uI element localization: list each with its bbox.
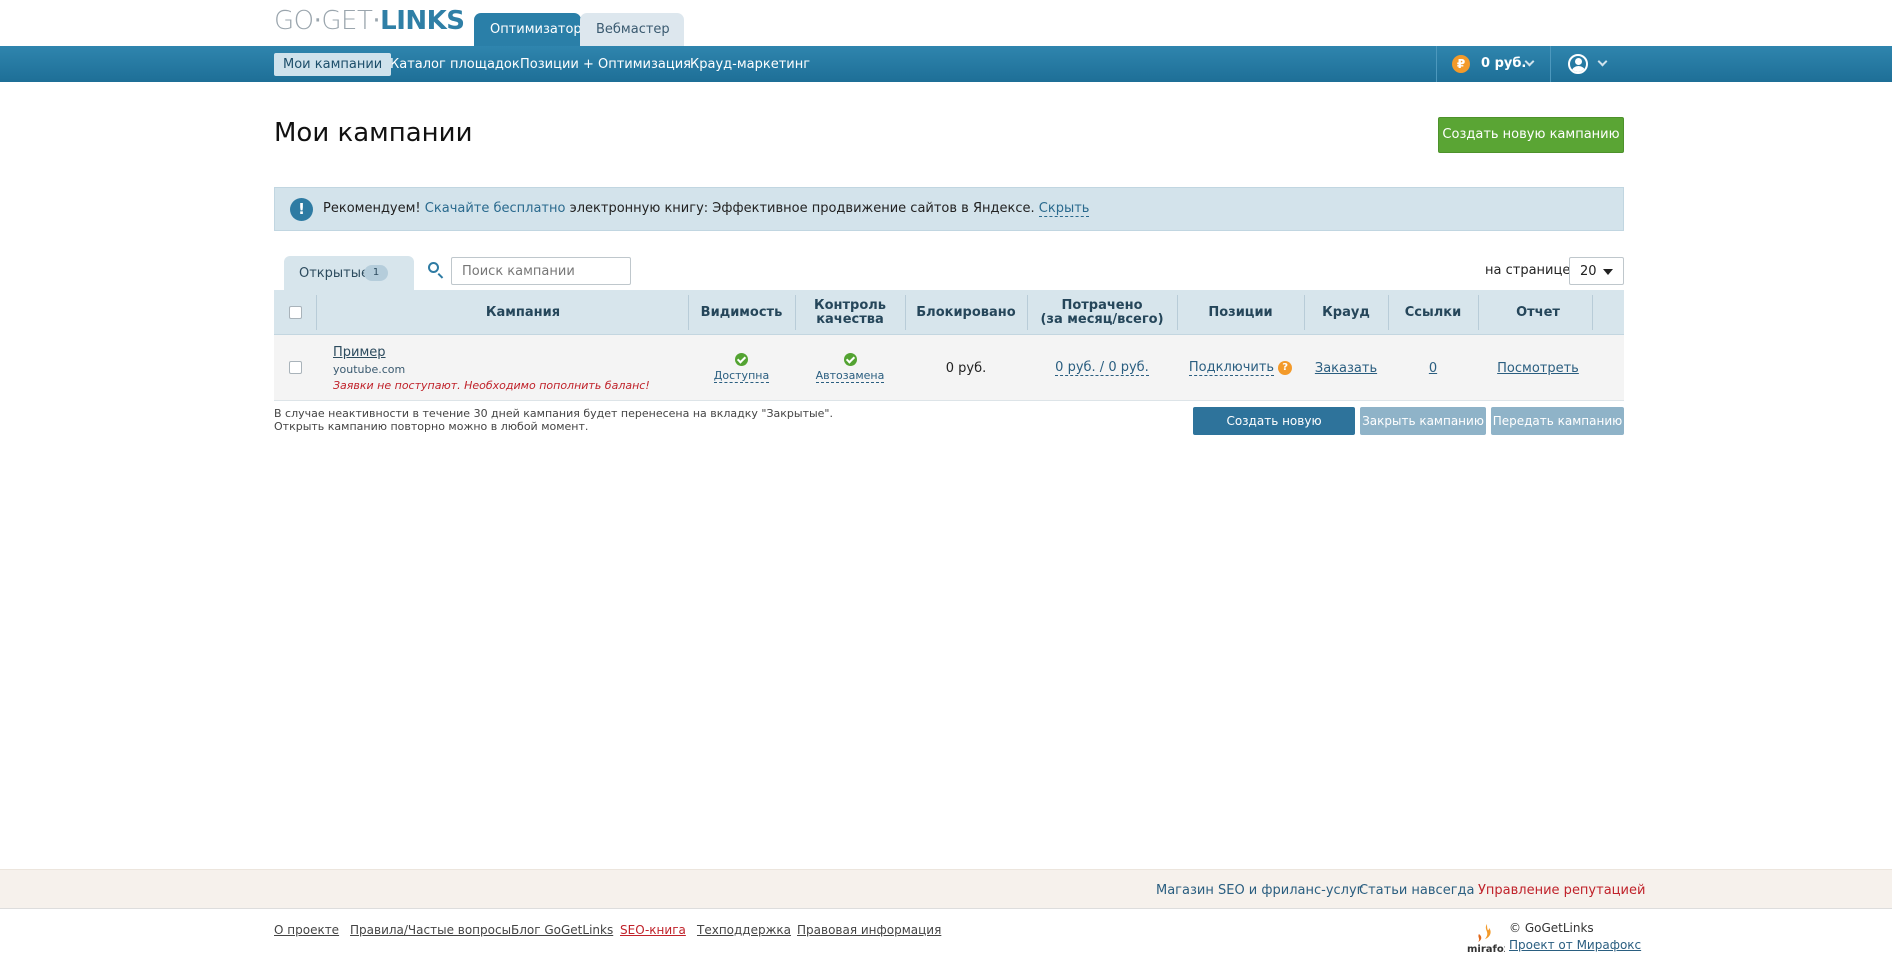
footer-seo-shop-link[interactable]: Магазин SEO и фриланс-услуг <box>1156 883 1364 898</box>
campaigns-table: Кампания Видимость Контроль качества Бло… <box>274 290 1624 401</box>
positions-cell: Подключить ? <box>1177 335 1304 401</box>
nav-catalog[interactable]: Каталог площадок <box>381 53 529 76</box>
close-campaign-button[interactable]: Закрыть кампанию <box>1360 407 1486 435</box>
header-links: Ссылки <box>1404 304 1462 320</box>
quality-cell: Автозамена <box>795 335 905 401</box>
transfer-campaign-button[interactable]: Передать кампанию <box>1491 407 1624 435</box>
footer-articles-link[interactable]: Статьи навсегда <box>1359 883 1475 898</box>
search-icon[interactable] <box>428 262 439 273</box>
create-campaign-button[interactable]: Создать новую кампанию <box>1438 117 1624 153</box>
header-visibility: Видимость <box>700 304 783 320</box>
inactivity-note: В случае неактивности в течение 30 дней … <box>274 407 833 433</box>
balance-value[interactable]: 0 руб. <box>1481 55 1526 73</box>
warning-text: Заявки не поступают. Необходимо <box>333 379 536 392</box>
note-line1: В случае неактивности в течение 30 дней … <box>274 407 833 420</box>
notice-text: Рекомендуем! Скачайте бесплатно электрон… <box>323 201 1090 217</box>
header-quality: Контроль качества <box>795 290 905 335</box>
tab-open-campaigns[interactable]: Открытые 1 <box>284 256 414 290</box>
header-report: Отчет <box>1516 304 1560 320</box>
mirafox-project-link[interactable]: Проект от Мирафокс <box>1509 938 1641 952</box>
mirafox-logo[interactable]: mirafox <box>1465 922 1511 955</box>
header-spent-line2: (за месяц/всего) <box>1040 311 1164 327</box>
crowd-cell: Заказать <box>1304 335 1388 401</box>
table-header: Кампания Видимость Контроль качества Бло… <box>274 290 1624 335</box>
header-blocked: Блокировано <box>916 304 1016 320</box>
header-positions: Позиции <box>1208 304 1273 320</box>
campaign-warning: Заявки не поступают. Необходимо пополнит… <box>333 379 650 392</box>
visibility-link[interactable]: Доступна <box>713 369 770 383</box>
row-checkbox[interactable] <box>289 361 302 374</box>
download-book-link[interactable]: Скачайте бесплатно <box>425 201 566 216</box>
footer-legal-link[interactable]: Правовая информация <box>797 923 941 937</box>
check-icon <box>843 353 857 366</box>
order-crowd-link[interactable]: Заказать <box>1315 361 1377 376</box>
spent-cell: 0 руб. / 0 руб. <box>1027 335 1177 401</box>
header-quality-line2: качества <box>816 311 884 327</box>
table-row: Пример youtube.com Заявки не поступают. … <box>274 335 1624 401</box>
footer-support-link[interactable]: Техподдержка <box>697 923 791 937</box>
tab-optimizer[interactable]: Оптимизатор <box>474 13 582 46</box>
notice-body: электронную книгу: Эффективное продвижен… <box>569 201 1035 216</box>
header-spent-line1: Потрачено <box>1061 297 1143 313</box>
main-nav: Мои кампании Каталог площадок Позиции + … <box>0 46 1892 82</box>
nav-divider <box>1550 46 1551 82</box>
blocked-cell: 0 руб. <box>945 360 987 376</box>
check-icon <box>735 353 748 366</box>
tab-webmaster[interactable]: Вебмастер <box>580 13 684 46</box>
quality-link[interactable]: Автозамена <box>815 369 885 383</box>
logo-links: LINKS <box>380 6 465 36</box>
footer-seo-book-link[interactable]: SEO-книга <box>620 923 686 937</box>
hide-notice-link[interactable]: Скрыть <box>1038 201 1090 217</box>
tab-open-label: Открытые <box>299 266 370 281</box>
top-up-balance-link[interactable]: пополнить баланс <box>539 379 645 392</box>
header-crowd: Крауд <box>1322 304 1370 320</box>
dropdown-arrow-icon <box>1603 269 1613 275</box>
user-chevron-down-icon[interactable] <box>1597 56 1608 67</box>
per-page-label: на странице <box>1485 263 1571 278</box>
warning-end: ! <box>645 379 650 392</box>
nav-divider <box>1436 46 1437 82</box>
campaign-domain: youtube.com <box>333 363 406 376</box>
view-report-link[interactable]: Посмотреть <box>1497 361 1579 376</box>
info-icon: ! <box>290 198 313 221</box>
connect-positions-link[interactable]: Подключить <box>1188 360 1275 376</box>
footer-reputation-link[interactable]: Управление репутацией <box>1478 883 1645 898</box>
per-page-select[interactable]: 20 <box>1569 257 1624 285</box>
top-header: GO·GET·LINKS Оптимизатор Вебмастер <box>0 0 1892 46</box>
footer-top: Магазин SEO и фриланс-услуг Статьи навсе… <box>0 869 1892 909</box>
help-icon[interactable]: ? <box>1278 361 1293 375</box>
per-page-value: 20 <box>1580 264 1597 279</box>
report-cell: Посмотреть <box>1478 335 1598 401</box>
tab-open-count-badge: 1 <box>364 265 388 281</box>
logo[interactable]: GO·GET·LINKS <box>274 6 465 36</box>
footer-about-link[interactable]: О проекте <box>274 923 339 937</box>
user-avatar-icon[interactable] <box>1568 54 1588 74</box>
footer-rules-link[interactable]: Правила/Частые вопросы <box>350 923 511 937</box>
mirafox-wordmark: mirafox <box>1467 944 1505 954</box>
header-divider <box>1592 295 1593 330</box>
campaign-search-input[interactable] <box>451 257 631 285</box>
select-all-checkbox[interactable] <box>289 306 302 319</box>
header-spent: Потрачено (за месяц/всего) <box>1027 290 1177 335</box>
notice-prefix: Рекомендуем! <box>323 201 421 216</box>
links-cell: 0 <box>1388 335 1478 401</box>
logo-go: GO <box>274 6 314 36</box>
logo-get: GET <box>321 6 373 36</box>
visibility-cell: Доступна <box>688 335 795 401</box>
nav-crowd[interactable]: Крауд-маркетинг <box>681 53 819 76</box>
nav-positions[interactable]: Позиции + Оптимизация <box>511 53 700 76</box>
create-campaign-bottom-button[interactable]: Создать новую кампанию <box>1193 407 1355 456</box>
note-line2: Открыть кампанию повторно можно в любой … <box>274 420 589 433</box>
recommendation-notice: ! Рекомендуем! Скачайте бесплатно электр… <box>274 187 1624 231</box>
spent-link[interactable]: 0 руб. / 0 руб. <box>1055 360 1149 376</box>
nav-my-campaigns[interactable]: Мои кампании <box>274 53 392 76</box>
footer-blog-link[interactable]: Блог GoGetLinks <box>511 923 613 937</box>
ruble-icon: ₽ <box>1452 55 1470 73</box>
campaign-name-link[interactable]: Пример <box>333 345 386 360</box>
copyright: © GoGetLinks <box>1509 921 1594 935</box>
page-title: Мои кампании <box>274 118 473 148</box>
header-campaign[interactable]: Кампания <box>316 290 730 335</box>
links-count-link[interactable]: 0 <box>1429 361 1437 376</box>
header-quality-line1: Контроль <box>813 297 887 313</box>
